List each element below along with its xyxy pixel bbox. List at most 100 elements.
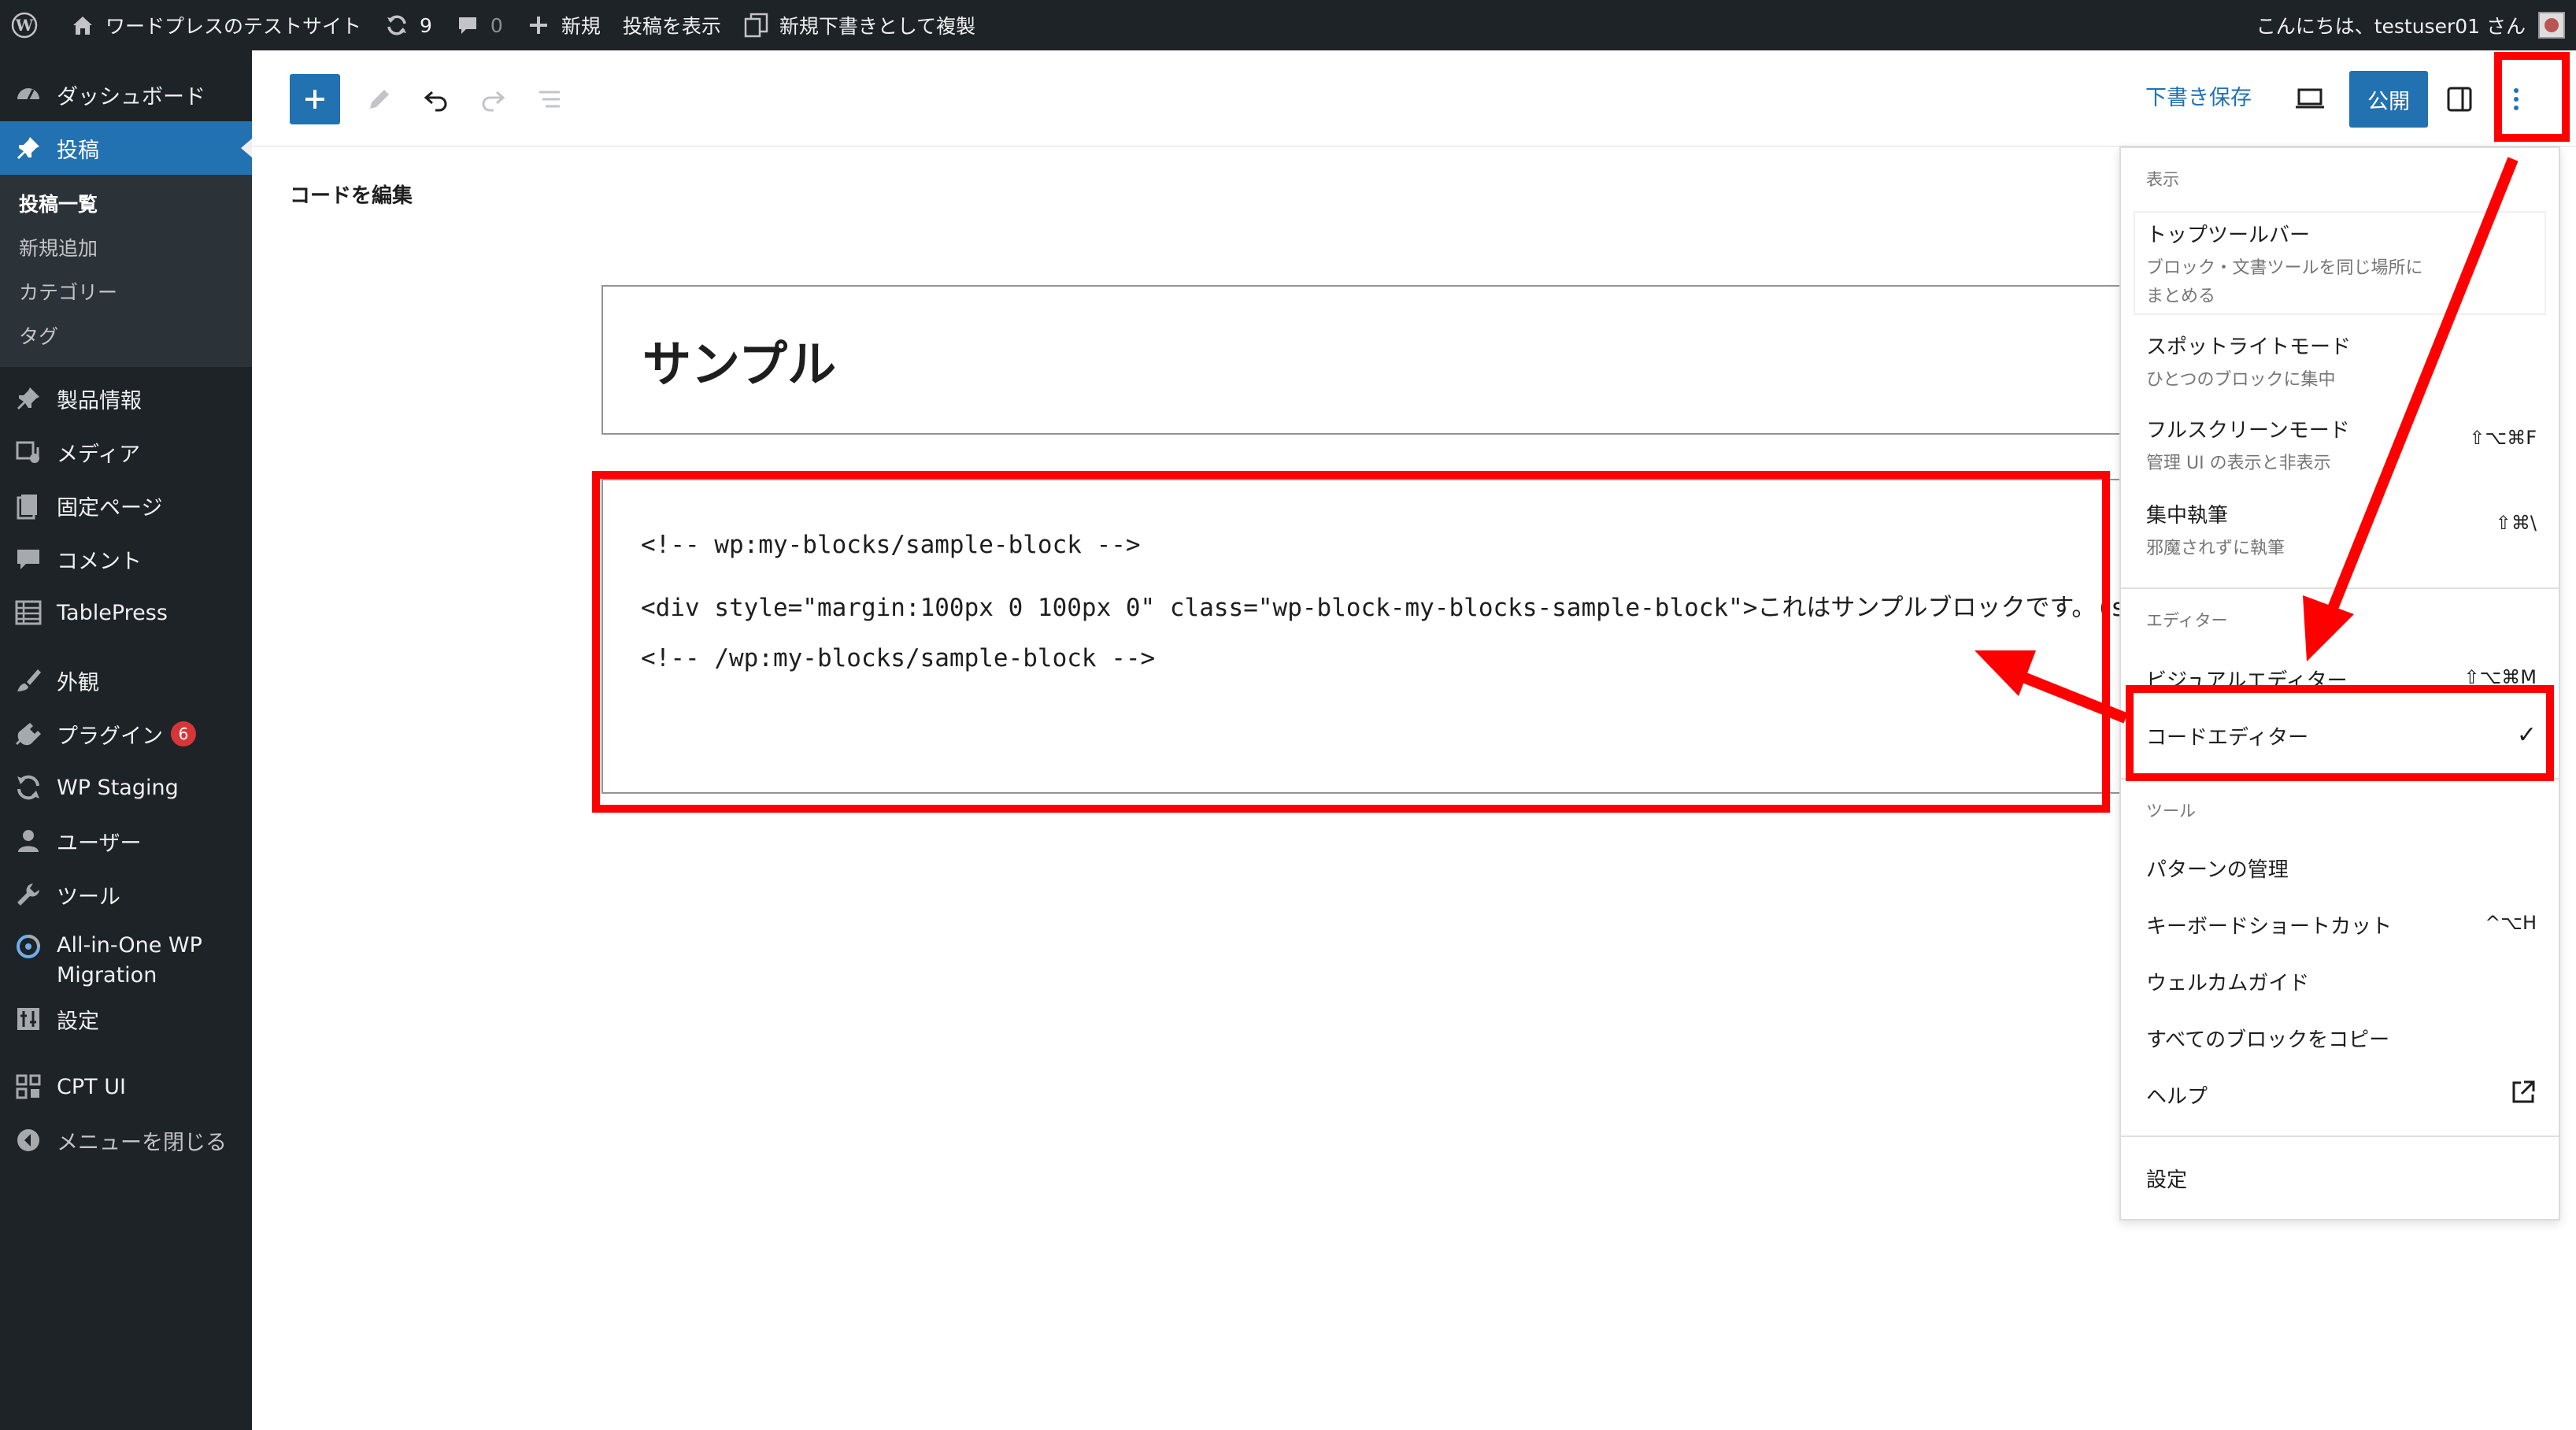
collapse-menu-button[interactable]: メニューを閉じる bbox=[0, 1113, 252, 1167]
submenu-all-posts[interactable]: 投稿一覧 bbox=[0, 181, 252, 225]
updates-link[interactable]: 9 bbox=[372, 0, 443, 50]
menu-item-top-toolbar[interactable]: トップツールバー ブロック・文書ツールを同じ場所に まとめる bbox=[2146, 219, 2537, 311]
help-label: ヘルプ bbox=[2146, 1085, 2208, 1109]
menu-wp-staging[interactable]: WP Staging bbox=[0, 761, 252, 814]
user-icon bbox=[13, 825, 44, 857]
menu-all-in-one-wp-migration[interactable]: All-in-One WP Migration bbox=[0, 921, 252, 992]
admin-sidebar: ダッシュボード 投稿 投稿一覧 新規追加 カテゴリー タグ 製品情報 メディア … bbox=[0, 50, 252, 1430]
menu-product-info[interactable]: 製品情報 bbox=[0, 372, 252, 425]
menu-posts-label: 投稿 bbox=[57, 138, 99, 163]
plus-icon bbox=[305, 90, 324, 109]
menu-users[interactable]: ユーザー bbox=[0, 814, 252, 868]
menu-item-help[interactable]: ヘルプ bbox=[2146, 1080, 2537, 1110]
wordpress-icon: W bbox=[11, 12, 38, 39]
visual-editor-shortcut: ⇧⌥⌘M bbox=[2463, 666, 2537, 688]
duplicate-draft-link[interactable]: 新規下書きとして複製 bbox=[732, 0, 986, 50]
save-draft-button[interactable]: 下書き保存 bbox=[2145, 80, 2252, 111]
keyboard-shortcuts-key: ^⌥H bbox=[2485, 912, 2537, 934]
fullscreen-desc: 管理 UI の表示と非表示 bbox=[2146, 454, 2331, 473]
menu-dashboard[interactable]: ダッシュボード bbox=[0, 68, 252, 121]
menu-item-visual-editor[interactable]: ビジュアルエディター ⇧⌥⌘M bbox=[2146, 665, 2537, 694]
new-label: 新規 bbox=[561, 15, 601, 38]
menu-item-manage-patterns[interactable]: パターンの管理 bbox=[2146, 854, 2537, 883]
submenu-categories[interactable]: カテゴリー bbox=[0, 269, 252, 313]
menu-item-copy-all-blocks[interactable]: すべてのブロックをコピー bbox=[2146, 1024, 2537, 1053]
plus-icon bbox=[525, 12, 552, 39]
menu-plugins[interactable]: プラグイン 6 bbox=[0, 707, 252, 761]
collapse-menu-label: メニューを閉じる bbox=[57, 1130, 227, 1155]
avatar bbox=[2538, 12, 2565, 39]
admin-bar: W ワードプレスのテストサイト 9 0 新規 投稿を表示 新規下書きとして複製 bbox=[0, 0, 2576, 50]
menu-tools[interactable]: ツール bbox=[0, 868, 252, 921]
menu-comments[interactable]: コメント bbox=[0, 532, 252, 586]
submenu-tags[interactable]: タグ bbox=[0, 313, 252, 358]
menu-appearance[interactable]: 外観 bbox=[0, 654, 252, 707]
menu-item-welcome-guide[interactable]: ウェルカムガイド bbox=[2146, 967, 2537, 996]
menu-users-label: ユーザー bbox=[57, 831, 142, 856]
menu-product-info-label: 製品情報 bbox=[57, 388, 142, 413]
menu-cpt-ui[interactable]: CPT UI bbox=[0, 1060, 252, 1113]
dashboard-icon bbox=[13, 79, 44, 110]
view-post-link[interactable]: 投稿を表示 bbox=[612, 0, 732, 50]
copy-all-blocks-label: すべてのブロックをコピー bbox=[2146, 1028, 2390, 1052]
comments-link[interactable]: 0 bbox=[443, 0, 514, 50]
site-name-link[interactable]: ワードプレスのテストサイト bbox=[58, 0, 372, 50]
greeting: こんにちは、testuser01 さん bbox=[2256, 15, 2526, 38]
duplicate-draft-label: 新規下書きとして複製 bbox=[779, 15, 976, 38]
distraction-free-desc: 邪魔されずに執筆 bbox=[2146, 539, 2285, 558]
top-toolbar-desc-2: まとめる bbox=[2146, 287, 2216, 306]
block-inserter-button[interactable] bbox=[290, 74, 340, 124]
list-view-icon bbox=[539, 91, 560, 108]
menu-item-fullscreen-mode[interactable]: フルスクリーンモード 管理 UI の表示と非表示 ⇧⌥⌘F bbox=[2146, 414, 2537, 478]
top-toolbar-desc-1: ブロック・文書ツールを同じ場所に bbox=[2146, 258, 2423, 278]
collapse-arrow-icon bbox=[13, 1124, 44, 1156]
pushpin-icon bbox=[13, 132, 44, 164]
preview-button[interactable] bbox=[2285, 74, 2335, 124]
paintbrush-icon bbox=[13, 665, 44, 696]
menu-settings-label: 設定 bbox=[57, 1009, 99, 1034]
table-icon bbox=[13, 597, 44, 628]
menu-item-spotlight-mode[interactable]: スポットライトモード ひとつのブロックに集中 bbox=[2146, 331, 2537, 395]
publish-button[interactable]: 公開 bbox=[2349, 71, 2428, 128]
manage-patterns-label: パターンの管理 bbox=[2146, 858, 2289, 882]
tools-button[interactable] bbox=[354, 74, 405, 124]
menu-item-distraction-free[interactable]: 集中執筆 邪魔されずに執筆 ⇧⌘\ bbox=[2146, 499, 2537, 563]
sidebar-icon bbox=[2447, 87, 2472, 112]
menu-pages[interactable]: 固定ページ bbox=[0, 479, 252, 532]
menu-separator bbox=[2121, 1135, 2559, 1137]
wordpress-logo-menu[interactable]: W bbox=[0, 0, 58, 50]
redo-button[interactable] bbox=[468, 74, 518, 124]
editor-group-label: エディター bbox=[2146, 611, 2228, 630]
view-post-label: 投稿を表示 bbox=[622, 15, 721, 38]
top-toolbar-label: トップツールバー bbox=[2146, 224, 2311, 247]
fullscreen-shortcut: ⇧⌥⌘F bbox=[2469, 427, 2537, 449]
submenu-add-new[interactable]: 新規追加 bbox=[0, 225, 252, 269]
comment-icon bbox=[454, 12, 481, 39]
menu-settings[interactable]: 設定 bbox=[0, 992, 252, 1046]
refresh-icon bbox=[383, 12, 410, 39]
settings-sidebar-button[interactable] bbox=[2434, 74, 2485, 124]
comments-count: 0 bbox=[490, 13, 503, 37]
menu-tablepress[interactable]: TablePress bbox=[0, 586, 252, 639]
menu-posts[interactable]: 投稿 bbox=[0, 121, 252, 175]
menu-media[interactable]: メディア bbox=[0, 425, 252, 479]
undo-button[interactable] bbox=[411, 74, 461, 124]
menu-pages-label: 固定ページ bbox=[57, 495, 163, 521]
pencil-icon bbox=[370, 90, 389, 109]
new-content-link[interactable]: 新規 bbox=[514, 0, 612, 50]
menu-aio-line1: All-in-One WP bbox=[57, 933, 202, 958]
menu-separator bbox=[2121, 778, 2559, 780]
redo-icon bbox=[482, 91, 505, 112]
post-title-input[interactable]: サンプル bbox=[601, 285, 2129, 435]
updates-count: 9 bbox=[420, 13, 432, 37]
distraction-free-shortcut: ⇧⌘\ bbox=[2495, 512, 2537, 534]
menu-item-keyboard-shortcuts[interactable]: キーボードショートカット ^⌥H bbox=[2146, 910, 2537, 939]
menu-item-preferences[interactable]: 設定 bbox=[2146, 1164, 2537, 1193]
menu-item-code-editor[interactable]: コードエディター ✓ bbox=[2146, 721, 2537, 750]
options-menu-button[interactable] bbox=[2494, 74, 2538, 124]
plugins-update-badge: 6 bbox=[171, 721, 196, 746]
document-overview-button[interactable] bbox=[524, 74, 575, 124]
my-account[interactable]: こんにちは、testuser01 さん bbox=[2256, 0, 2565, 50]
code-editor-textarea[interactable]: <!-- wp:my-blocks/sample-block --> <div … bbox=[601, 479, 2129, 794]
distraction-free-label: 集中執筆 bbox=[2146, 504, 2229, 528]
